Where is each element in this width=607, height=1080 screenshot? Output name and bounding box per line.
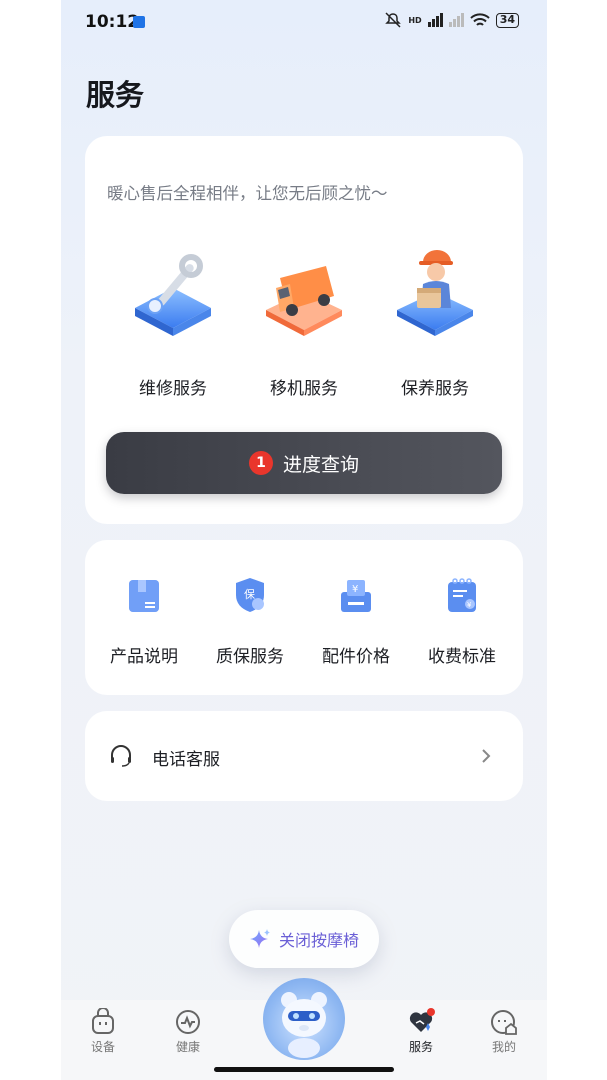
wifi-icon (469, 12, 490, 26)
mascot-bear-icon[interactable] (263, 978, 345, 1060)
chevron-right-icon (482, 749, 491, 763)
fee-standard-button[interactable]: ¥ 收费标准 (409, 576, 515, 667)
product-manual-label: 产品说明 (110, 647, 178, 667)
warranty-shield-icon: 保 (233, 576, 267, 614)
service-slogan: 暖心售后全程相伴，让您无后顾之忧～ (107, 184, 388, 203)
app-screen: 10:12 HD 34 服务 暖心售后全程相伴，让您无后顾之忧～ 维修服务 移机… (61, 0, 547, 1080)
home-indicator (214, 1067, 394, 1072)
info-card: 产品说明 保 质保服务 ¥ 配件价格 ¥ 收费标准 (85, 540, 523, 695)
status-icons: HD 34 (384, 12, 519, 28)
mute-icon (385, 12, 402, 28)
tab-service[interactable]: 服务 (391, 1008, 451, 1055)
manual-icon (127, 576, 161, 614)
parts-price-button[interactable]: ¥ 配件价格 (303, 576, 409, 667)
parts-price-icon-text: ¥ (352, 584, 358, 595)
tab-service-label: 服务 (408, 1040, 433, 1054)
progress-count-badge: 1 (248, 451, 273, 475)
battery-icon: 34 (495, 12, 519, 28)
fee-standard-icon-text: ¥ (467, 601, 472, 609)
tab-health-label: 健康 (175, 1040, 200, 1054)
status-time: 10:12 (85, 12, 140, 32)
progress-query-label: 进度查询 (282, 453, 359, 476)
parts-price-label: 配件价格 (322, 647, 390, 667)
warranty-service-label: 质保服务 (216, 647, 284, 667)
maintenance-service-label: 保养服务 (401, 379, 469, 399)
close-massage-chair-button[interactable]: 关闭按摩椅 (229, 910, 379, 968)
profile-icon (490, 1008, 518, 1036)
maintenance-service-button[interactable]: 保养服务 (375, 248, 495, 399)
signal-secondary-icon (448, 13, 464, 27)
service-heart-icon (407, 1008, 435, 1036)
service-card: 暖心售后全程相伴，让您无后顾之忧～ 维修服务 移机服务 保养服务 1 进度查询 (85, 136, 523, 524)
tab-health[interactable]: 健康 (158, 1008, 218, 1055)
tab-device-label: 设备 (90, 1040, 115, 1054)
relocation-service-button[interactable]: 移机服务 (244, 248, 364, 399)
close-massage-chair-label: 关闭按摩椅 (278, 931, 359, 950)
warranty-service-button[interactable]: 保 质保服务 (197, 576, 303, 667)
bottom-tab-bar: 设备 健康 服务 我的 (61, 978, 547, 1080)
page-title: 服务 (86, 78, 145, 112)
progress-query-button[interactable]: 1 进度查询 (106, 432, 502, 494)
status-bar: 10:12 HD 34 (61, 0, 547, 44)
fee-standard-label: 收费标准 (428, 647, 496, 667)
tab-device[interactable]: 设备 (73, 1007, 133, 1055)
notification-app-icon (133, 16, 145, 28)
device-icon (89, 1007, 117, 1036)
phone-support-label: 电话客服 (152, 750, 220, 770)
relocation-service-label: 移机服务 (270, 379, 338, 399)
repair-service-label: 维修服务 (139, 379, 207, 399)
phone-support-row[interactable]: 电话客服 (85, 711, 523, 801)
headset-icon (111, 745, 131, 767)
sparkle-icon (249, 929, 270, 948)
fee-standard-icon: ¥ (445, 576, 479, 614)
warranty-icon-text: 保 (244, 587, 255, 601)
hd-label: HD (408, 15, 422, 25)
product-manual-button[interactable]: 产品说明 (91, 576, 197, 667)
repair-service-button[interactable]: 维修服务 (113, 248, 233, 399)
tab-profile[interactable]: 我的 (474, 1008, 534, 1055)
worker-icon (387, 248, 483, 344)
wrench-icon (125, 248, 221, 344)
parts-price-icon: ¥ (339, 576, 373, 614)
health-icon (174, 1008, 202, 1036)
tab-profile-label: 我的 (491, 1040, 516, 1054)
signal-icon (427, 13, 443, 27)
truck-icon (256, 248, 352, 344)
